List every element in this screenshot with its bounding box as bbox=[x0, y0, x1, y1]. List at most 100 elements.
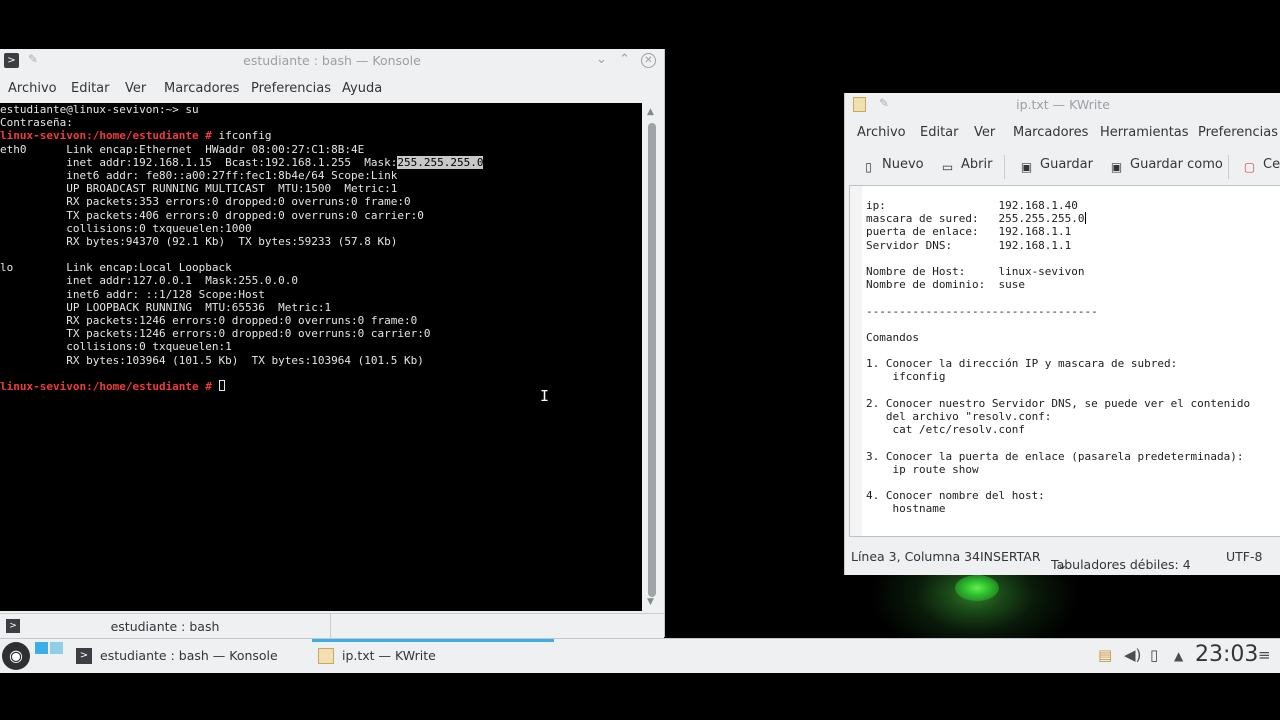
kwrite-titlebar[interactable]: ✎ ip.txt — KWrite bbox=[845, 93, 1280, 117]
menu-icon[interactable]: ≡ bbox=[1258, 646, 1271, 664]
task-label: estudiante : bash — Konsole bbox=[100, 648, 278, 663]
document-line-text: 2. Conocer nuestro Servidor DNS, se pued… bbox=[866, 396, 1251, 410]
application-launcher-icon[interactable]: ◉ bbox=[2, 642, 30, 670]
terminal-text: lo Link encap:Local Loopback bbox=[0, 261, 232, 275]
desktop-glow-light bbox=[955, 575, 999, 601]
desktop-2[interactable] bbox=[50, 642, 63, 654]
new-document-icon: ▯ bbox=[865, 160, 872, 174]
battery-icon[interactable]: ▯ bbox=[1150, 646, 1158, 664]
new-button[interactable]: ▯ Nuevo bbox=[861, 157, 923, 175]
menu-ayuda[interactable]: Ayuda bbox=[342, 81, 382, 96]
cursor-position[interactable]: Línea 3, Columna 34 bbox=[851, 549, 980, 564]
terminal-text: RX bytes:94370 (92.1 Kb) TX bytes:59233 … bbox=[0, 234, 398, 248]
terminal-text: Contraseña: bbox=[0, 116, 73, 130]
document-line: ifconfig bbox=[866, 370, 1250, 383]
clock[interactable]: 23:03 bbox=[1195, 642, 1258, 667]
terminal-text: estudiante@linux-sevivon:~> su bbox=[0, 103, 199, 116]
terminal-scrollbar[interactable]: ▲ ▼ bbox=[645, 105, 659, 609]
close-document-button[interactable]: ▢ Ce bbox=[1242, 157, 1280, 175]
tab-bash[interactable]: > estudiante : bash bbox=[0, 614, 331, 638]
terminal-text: RX packets:1246 errors:0 dropped:0 overr… bbox=[0, 314, 418, 327]
expand-tray-icon[interactable]: ▲ bbox=[1174, 649, 1183, 663]
toolbar-separator bbox=[1004, 155, 1005, 179]
terminal-line: UP BROADCAST RUNNING MULTICAST MTU:1500 … bbox=[0, 182, 642, 195]
document-line-text: ip: 192.168.1.40 bbox=[866, 199, 1078, 212]
menu-archivo[interactable]: Archivo bbox=[8, 81, 57, 96]
terminal-line: RX packets:353 errors:0 dropped:0 overru… bbox=[0, 195, 642, 208]
maximize-icon[interactable]: ⌃ bbox=[619, 52, 630, 67]
task-kwrite[interactable]: ip.txt — KWrite bbox=[312, 639, 554, 673]
document-line: Comandos bbox=[866, 331, 1250, 344]
document-line-text: hostname bbox=[866, 502, 946, 516]
terminal-line: RX bytes:103964 (101.5 Kb) TX bytes:1039… bbox=[0, 354, 642, 367]
konsole-menubar: Archivo Editar Ver Marcadores Preferenci… bbox=[0, 73, 664, 103]
document-line-text: 1. Conocer la dirección IP y mascara de … bbox=[866, 357, 1178, 371]
task-label: ip.txt — KWrite bbox=[342, 648, 436, 663]
menu-editar[interactable]: Editar bbox=[71, 81, 110, 96]
clipboard-icon[interactable]: ▤ bbox=[1098, 646, 1112, 664]
volume-icon[interactable]: ◀) bbox=[1124, 646, 1141, 664]
terminal-text: collisions:0 txqueuelen:1 bbox=[0, 340, 232, 354]
save-as-button[interactable]: ▣ Guardar como bbox=[1109, 157, 1223, 175]
toolbar-separator bbox=[1228, 155, 1229, 179]
document-line-text: puerta de enlace: 192.168.1.1 bbox=[866, 225, 1072, 239]
document-line-text: del archivo "resolv.conf: bbox=[866, 410, 1052, 423]
save-icon: ▣ bbox=[1020, 160, 1033, 174]
close-icon[interactable]: ✕ bbox=[641, 53, 656, 68]
input-mode[interactable]: INSERTAR bbox=[980, 549, 1041, 564]
window-title: ip.txt — KWrite bbox=[1016, 97, 1110, 112]
menu-herramientas[interactable]: Herramientas bbox=[1100, 125, 1189, 140]
terminal-line: RX packets:1246 errors:0 dropped:0 overr… bbox=[0, 314, 642, 327]
konsole-titlebar[interactable]: > ✎ estudiante : bash — Konsole ⌄ ⌃ ✕ bbox=[0, 49, 664, 73]
menu-preferencias[interactable]: Preferencias bbox=[251, 81, 331, 96]
terminal-text: ifconfig bbox=[211, 129, 272, 143]
desktop-pager[interactable] bbox=[35, 642, 63, 668]
save-label: Guardar bbox=[1040, 157, 1093, 172]
document-line: ip: 192.168.1.40 bbox=[866, 199, 1250, 212]
document-line: 2. Conocer nuestro Servidor DNS, se pued… bbox=[866, 397, 1250, 410]
document-line: cat /etc/resolv.conf bbox=[866, 423, 1250, 436]
terminal-output[interactable]: estudiante@linux-sevivon:~> su Contraseña… bbox=[0, 103, 642, 611]
menu-marcadores[interactable]: Marcadores bbox=[1013, 125, 1088, 140]
encoding[interactable]: UTF-8 bbox=[1226, 549, 1262, 564]
menu-editar[interactable]: Editar bbox=[920, 125, 959, 140]
menu-marcadores[interactable]: Marcadores bbox=[164, 81, 239, 96]
terminal-line: inet addr:192.168.1.15 Bcast:192.168.1.2… bbox=[0, 155, 642, 169]
text-caret bbox=[1084, 212, 1086, 225]
open-button[interactable]: ▭ Abrir bbox=[940, 157, 993, 175]
minimize-icon[interactable]: ⌄ bbox=[596, 52, 607, 67]
terminal-line: TX packets:1246 errors:0 dropped:0 overr… bbox=[0, 327, 642, 340]
terminal-line: TX packets:406 errors:0 dropped:0 overru… bbox=[0, 209, 642, 222]
selected-text: 255.255.255.0 bbox=[397, 155, 484, 169]
terminal-text: UP LOOPBACK RUNNING MTU:65536 Metric:1 bbox=[0, 300, 332, 314]
scroll-up-icon[interactable]: ▲ bbox=[647, 107, 654, 117]
save-button[interactable]: ▣ Guardar bbox=[1019, 157, 1093, 175]
menu-archivo[interactable]: Archivo bbox=[857, 125, 906, 140]
task-konsole[interactable]: > estudiante : bash — Konsole bbox=[70, 639, 310, 673]
terminal-text: inet6 addr: ::1/128 Scope:Host bbox=[0, 287, 265, 301]
close-document-label: Ce bbox=[1263, 157, 1280, 172]
document-line-text: ifconfig bbox=[866, 370, 946, 384]
kwrite-menubar: Archivo Editar Ver Marcadores Herramient… bbox=[845, 117, 1280, 147]
menu-ver[interactable]: Ver bbox=[125, 81, 146, 96]
scroll-down-icon[interactable]: ▼ bbox=[647, 597, 654, 607]
terminal-line: RX bytes:94370 (92.1 Kb) TX bytes:59233 … bbox=[0, 235, 642, 248]
document-line-text: cat /etc/resolv.conf bbox=[866, 423, 1025, 437]
document-line: ip route show bbox=[866, 463, 1250, 476]
document-line: Servidor DNS: 192.168.1.1 bbox=[866, 239, 1250, 252]
document-line-text: Nombre de dominio: suse bbox=[866, 278, 1025, 292]
desktop-1[interactable] bbox=[35, 642, 48, 654]
text-editor[interactable]: ip: 192.168.1.40 mascara de sured: 255.25… bbox=[849, 185, 1280, 537]
scrollbar-thumb[interactable] bbox=[648, 123, 656, 597]
editor-gutter bbox=[850, 186, 862, 536]
document-line: ----------------------------------- bbox=[866, 305, 1250, 318]
menu-preferencias[interactable]: Preferencias bbox=[1198, 125, 1278, 140]
terminal-text: eth0 Link encap:Ethernet HWaddr 08:00:27… bbox=[0, 142, 365, 156]
document-text[interactable]: ip: 192.168.1.40 mascara de sured: 255.25… bbox=[866, 199, 1250, 516]
terminal-line: estudiante@linux-sevivon:~> su bbox=[0, 103, 642, 116]
menu-ver[interactable]: Ver bbox=[974, 125, 995, 140]
